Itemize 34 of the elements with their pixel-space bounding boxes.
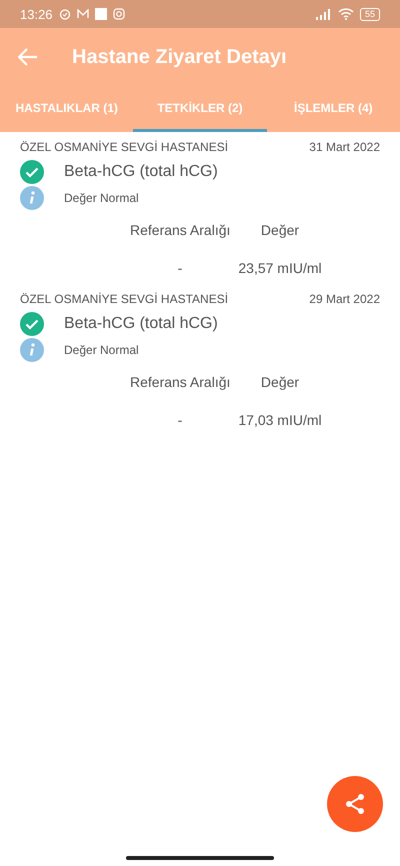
- column-header: Referans Aralığı: [130, 222, 230, 238]
- reference-range: -: [176, 412, 184, 428]
- screen-title: Hastane Ziyaret Detayı: [72, 46, 287, 68]
- result-status: Değer Normal: [64, 191, 139, 205]
- result-status: Değer Normal: [64, 343, 139, 357]
- reference-range: -: [176, 260, 184, 276]
- test-value: 23,57 mIU/ml: [237, 260, 323, 276]
- check-icon: [20, 312, 44, 336]
- column-header: Değer: [260, 374, 300, 390]
- info-icon: [20, 338, 44, 362]
- test-date: 31 Mart 2022: [309, 140, 380, 154]
- status-time: 13:26: [20, 6, 53, 22]
- tab[interactable]: HASTALIKLAR (1): [0, 86, 134, 132]
- wifi-icon: [338, 8, 354, 20]
- share-icon: [344, 793, 366, 815]
- info-icon: [20, 186, 44, 210]
- test-value: 17,03 mIU/ml: [237, 412, 323, 428]
- hospital-name: ÖZEL OSMANİYE SEVGİ HASTANESİ: [20, 292, 228, 306]
- column-header: Değer: [260, 222, 300, 238]
- battery-indicator: 55: [360, 8, 380, 20]
- test-name: Beta-hCG (total hCG): [64, 163, 218, 181]
- test-name: Beta-hCG (total hCG): [64, 315, 218, 333]
- test-date: 29 Mart 2022: [309, 292, 380, 306]
- square-icon: [94, 8, 107, 20]
- camera-icon: [112, 8, 125, 20]
- signal-icon: [316, 8, 332, 20]
- alarm-icon: [58, 8, 71, 20]
- mail-icon: [76, 9, 89, 19]
- column-header: Referans Aralığı: [130, 374, 230, 390]
- tab[interactable]: TETKİKLER (2): [133, 86, 267, 132]
- back-arrow-icon[interactable]: [18, 48, 38, 66]
- check-icon: [20, 160, 44, 184]
- tab[interactable]: İŞLEMLER (4): [266, 86, 400, 132]
- hospital-name: ÖZEL OSMANİYE SEVGİ HASTANESİ: [20, 140, 228, 154]
